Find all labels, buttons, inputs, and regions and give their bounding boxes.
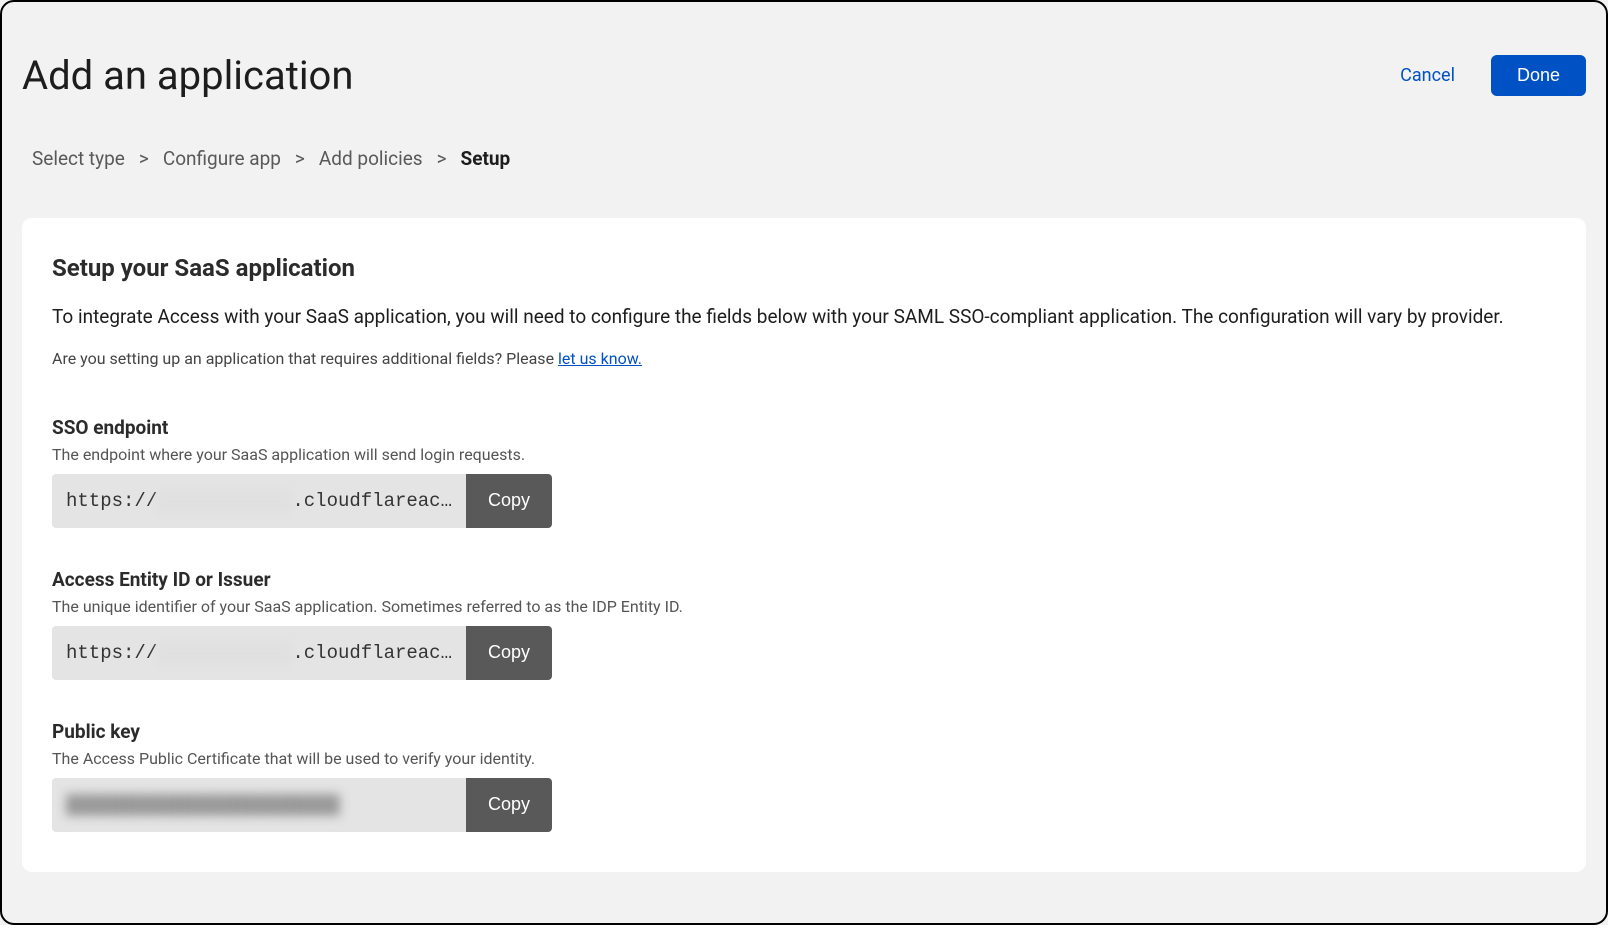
breadcrumb-separator: > — [139, 147, 149, 170]
copy-button-sso[interactable]: Copy — [466, 474, 552, 528]
field-public-key: Public key The Access Public Certificate… — [52, 720, 1556, 832]
card-intro: To integrate Access with your SaaS appli… — [52, 304, 1556, 331]
value-box-pubkey[interactable]: ████████████████████████ — [52, 778, 466, 832]
breadcrumb-step-add-policies[interactable]: Add policies — [319, 147, 423, 170]
header-actions: Cancel Done — [1400, 55, 1586, 96]
value-suffix-entity: .cloudflareac… — [292, 642, 452, 664]
field-label-entity: Access Entity ID or Issuer — [52, 568, 1556, 591]
copy-button-entity[interactable]: Copy — [466, 626, 552, 680]
breadcrumb-step-configure-app[interactable]: Configure app — [163, 147, 281, 170]
setup-card: Setup your SaaS application To integrate… — [22, 218, 1586, 872]
breadcrumb-step-select-type[interactable]: Select type — [32, 147, 125, 170]
value-row-entity: https:// .cloudflareac… Copy — [52, 626, 552, 680]
breadcrumb-step-setup[interactable]: Setup — [461, 147, 511, 170]
breadcrumb-separator: > — [295, 147, 305, 170]
redacted-segment — [158, 642, 291, 664]
done-button[interactable]: Done — [1491, 55, 1586, 96]
breadcrumb: Select type > Configure app > Add polici… — [22, 147, 1586, 170]
card-subtext: Are you setting up an application that r… — [52, 349, 1556, 368]
field-label-pubkey: Public key — [52, 720, 1556, 743]
field-entity-id: Access Entity ID or Issuer The unique id… — [52, 568, 1556, 680]
field-desc-sso: The endpoint where your SaaS application… — [52, 445, 1556, 464]
card-subtext-prefix: Are you setting up an application that r… — [52, 349, 558, 368]
header: Add an application Cancel Done — [22, 52, 1586, 99]
value-box-entity[interactable]: https:// .cloudflareac… — [52, 626, 466, 680]
field-desc-pubkey: The Access Public Certificate that will … — [52, 749, 1556, 768]
value-row-pubkey: ████████████████████████ Copy — [52, 778, 552, 832]
breadcrumb-separator: > — [437, 147, 447, 170]
field-label-sso: SSO endpoint — [52, 416, 1556, 439]
field-sso-endpoint: SSO endpoint The endpoint where your Saa… — [52, 416, 1556, 528]
value-suffix-sso: .cloudflareac… — [292, 490, 452, 512]
page-wrapper: Add an application Cancel Done Select ty… — [0, 0, 1608, 925]
value-box-sso[interactable]: https:// .cloudflareac… — [52, 474, 466, 528]
card-title: Setup your SaaS application — [52, 254, 1556, 282]
redacted-segment — [158, 490, 291, 512]
value-prefix-entity: https:// — [66, 642, 157, 664]
copy-button-pubkey[interactable]: Copy — [466, 778, 552, 832]
redacted-full-value: ████████████████████████ — [66, 794, 340, 816]
let-us-know-link[interactable]: let us know. — [558, 349, 642, 368]
field-desc-entity: The unique identifier of your SaaS appli… — [52, 597, 1556, 616]
cancel-link[interactable]: Cancel — [1400, 65, 1455, 86]
value-prefix-sso: https:// — [66, 490, 157, 512]
page-title: Add an application — [22, 52, 353, 99]
value-row-sso: https:// .cloudflareac… Copy — [52, 474, 552, 528]
